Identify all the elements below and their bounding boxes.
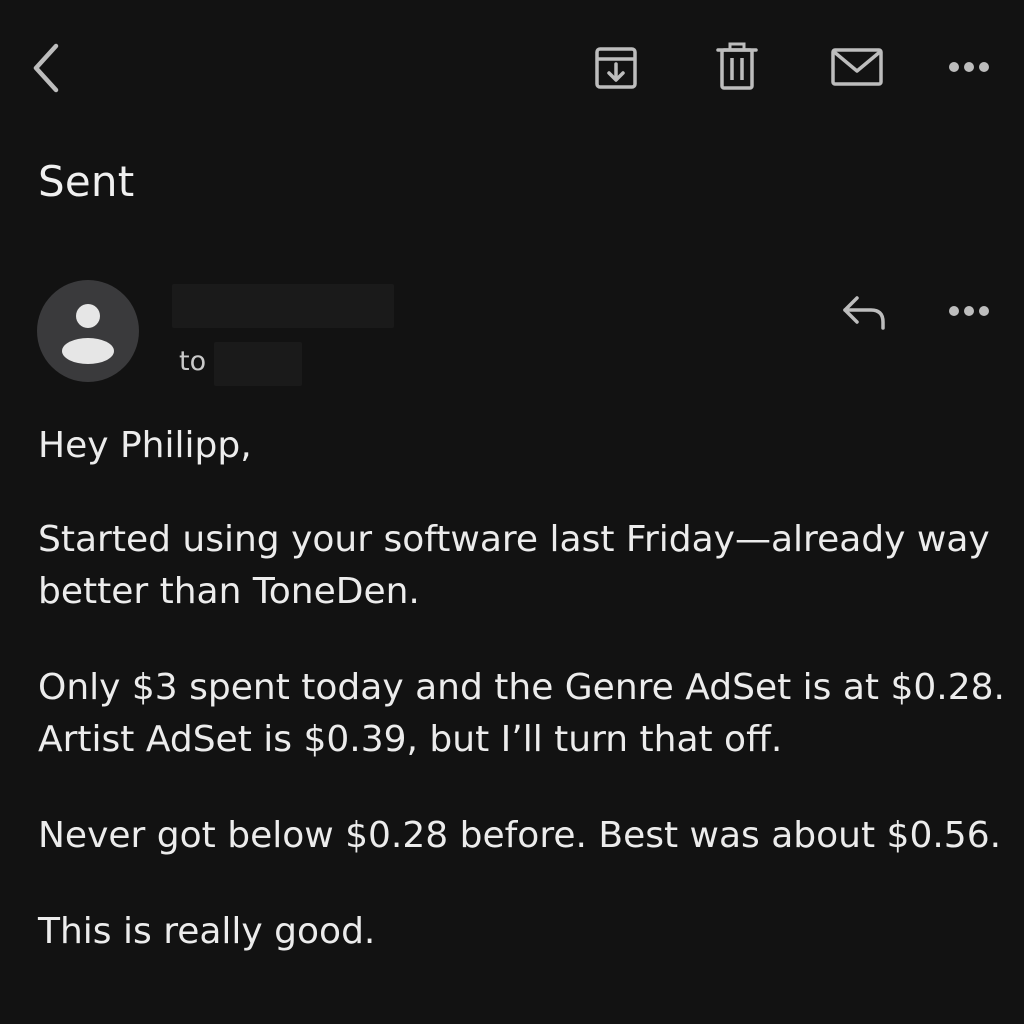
folder-title: Sent	[38, 157, 135, 206]
top-toolbar	[0, 0, 1024, 136]
mail-icon	[831, 48, 883, 86]
recipient-redacted	[214, 342, 302, 386]
message-paragraph: Started using your software last Friday—…	[38, 519, 990, 612]
back-button[interactable]	[22, 40, 70, 96]
email-detail-screen: Sent to Hey Philipp, Started using your …	[0, 0, 1024, 1024]
message-paragraph: Only $3 spent today and the Genre AdSet …	[38, 667, 1005, 760]
chevron-left-icon	[33, 43, 59, 93]
to-label: to	[179, 346, 207, 377]
mark-unread-button[interactable]	[828, 44, 886, 90]
archive-button[interactable]	[590, 42, 642, 94]
reply-button[interactable]	[838, 290, 890, 334]
more-options-button[interactable]	[944, 52, 994, 82]
reply-icon	[843, 296, 885, 330]
message-body: Hey Philipp, Started using your software…	[38, 420, 1008, 1002]
more-horizontal-icon	[949, 62, 989, 72]
message-header: to	[0, 270, 1024, 400]
avatar[interactable]	[37, 280, 139, 382]
message-paragraph: This is really good.	[38, 911, 376, 952]
sender-name-redacted	[172, 284, 394, 328]
delete-button[interactable]	[712, 40, 762, 94]
message-more-button[interactable]	[944, 296, 994, 326]
trash-icon	[716, 42, 758, 90]
message-greeting: Hey Philipp,	[38, 425, 252, 466]
archive-icon	[595, 47, 637, 89]
more-horizontal-icon	[949, 306, 989, 316]
person-icon	[62, 304, 114, 364]
message-paragraph: Never got below $0.28 before. Best was a…	[38, 815, 1002, 856]
